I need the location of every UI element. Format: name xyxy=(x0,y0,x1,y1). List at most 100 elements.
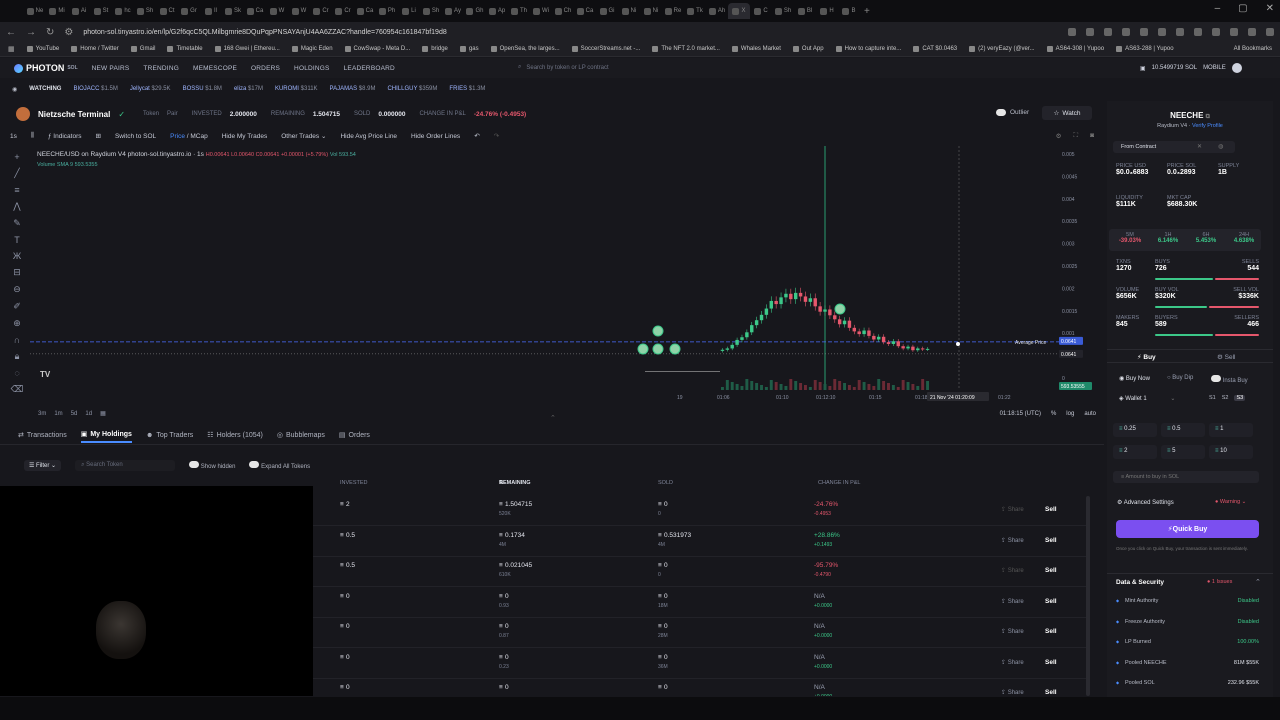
bookmark-item[interactable]: Gmail xyxy=(130,46,155,52)
table-row[interactable]: ≡ 0 ≡ 0 0.93 ≡ 0 18M N/A +0.0000 ⇪ Share Sell xyxy=(313,588,1088,618)
browser-tab[interactable]: X xyxy=(728,3,750,19)
candle-body[interactable] xyxy=(779,297,783,305)
extension-icon[interactable] xyxy=(1122,28,1130,36)
pattern2-icon[interactable]: Ж xyxy=(13,251,21,261)
candle-body[interactable] xyxy=(764,308,769,315)
bookmark-item[interactable]: The NFT 2.0 market... xyxy=(652,46,720,52)
browser-tab[interactable]: hc xyxy=(112,3,134,19)
share-button[interactable]: ⇪ Share xyxy=(1001,659,1024,666)
nav-holdings[interactable]: HOLDINGS xyxy=(294,65,330,72)
extension-icon[interactable] xyxy=(1104,28,1112,36)
extension-icon[interactable] xyxy=(1230,28,1238,36)
trade-marker[interactable] xyxy=(637,343,649,355)
candle-body[interactable] xyxy=(725,348,730,350)
browser-tab[interactable]: Tk xyxy=(684,3,706,19)
candle-body[interactable] xyxy=(886,342,891,344)
candles-icon[interactable]: ⫼ xyxy=(31,132,34,140)
watchlist-item[interactable]: CHILLGUY $359M xyxy=(387,86,437,92)
range-1d[interactable]: 1d xyxy=(85,411,92,417)
lock-icon[interactable]: 🔒︎ xyxy=(15,351,20,362)
watchlist-item[interactable]: Jellycat $29.5K xyxy=(130,86,171,92)
browser-tab[interactable]: W xyxy=(266,3,288,19)
minimize-icon[interactable]: – xyxy=(1215,3,1221,14)
zoom-icon[interactable]: ⊕ xyxy=(13,318,21,329)
candle-body[interactable] xyxy=(784,293,788,298)
table-row[interactable]: ≡ 0.5 ≡ 0.1734 4M ≡ 0.531973 4M +28.86% +0.1493 ⇪ … xyxy=(313,527,1088,557)
browser-tab[interactable]: Gr xyxy=(178,3,200,19)
bookmark-item[interactable]: Timetable xyxy=(167,46,203,52)
amount-preset[interactable]: ≡ 1 xyxy=(1209,423,1253,437)
bookmark-item[interactable]: OpenSea, the larges... xyxy=(490,46,560,52)
extension-icon[interactable] xyxy=(1086,28,1094,36)
watchlist-item[interactable]: FRIES $1.3M xyxy=(449,86,485,92)
close-window-icon[interactable]: ✕ xyxy=(1266,3,1274,14)
quick-buy-button[interactable]: ⚡ Quick Buy xyxy=(1116,520,1259,538)
copy-icon[interactable]: ⧉ xyxy=(1206,114,1210,120)
nav-orders[interactable]: ORDERS xyxy=(251,65,280,72)
candle-body[interactable] xyxy=(813,298,817,307)
candle-body[interactable] xyxy=(740,337,744,340)
sell-button[interactable]: Sell xyxy=(1045,567,1057,574)
log-toggle[interactable]: log xyxy=(1066,411,1074,417)
range-1m[interactable]: 1m xyxy=(54,411,62,417)
token-search[interactable]: ⌕ Search by token or LP contract xyxy=(518,62,798,73)
verify-profile-link[interactable]: Verify Profile xyxy=(1192,123,1223,129)
sell-button[interactable]: Sell xyxy=(1045,689,1057,696)
change-6h[interactable]: 6H 5.453% xyxy=(1189,232,1223,244)
tab-my-holdings[interactable]: ▣ My Holdings xyxy=(80,430,132,443)
warning-badge[interactable]: ● Warning ⌄ xyxy=(1215,499,1246,505)
trendline-icon[interactable]: ╱ xyxy=(14,168,19,179)
amount-preset[interactable]: ≡ 10 xyxy=(1209,445,1253,459)
watchlist-item[interactable]: eliza $17M xyxy=(234,86,263,92)
amount-input[interactable]: ≡ Amount to buy in SOL xyxy=(1113,471,1259,483)
other-trades-dropdown[interactable]: Other Trades ⌄ xyxy=(281,132,326,140)
amount-preset[interactable]: ≡ 2 xyxy=(1113,445,1157,459)
bookmark-item[interactable]: CowSwap - Meta D... xyxy=(344,46,410,52)
outlier-toggle[interactable]: Outlier xyxy=(996,109,1029,116)
share-button[interactable]: ⇪ Share xyxy=(1001,537,1024,544)
extension-icon[interactable] xyxy=(1140,28,1148,36)
candle-body[interactable] xyxy=(906,346,910,349)
expand-all-toggle[interactable]: Expand All Tokens xyxy=(249,460,310,470)
buy-dip-radio[interactable]: ○ Buy Dip xyxy=(1167,375,1193,381)
sell-button[interactable]: Sell xyxy=(1045,598,1057,605)
candle-body[interactable] xyxy=(920,348,925,350)
amount-preset[interactable]: ≡ 0.5 xyxy=(1161,423,1205,437)
watch-button[interactable]: ☆ Watch xyxy=(1042,106,1092,120)
slot-s1[interactable]: S1 xyxy=(1209,395,1216,401)
browser-tab[interactable]: Gh xyxy=(464,3,486,19)
price-mcap-toggle[interactable]: Price / MCap xyxy=(170,133,208,140)
candle-body[interactable] xyxy=(759,314,764,321)
candle-body[interactable] xyxy=(891,341,896,344)
tab-bubblemaps[interactable]: ◎ Bubblemaps xyxy=(277,431,325,442)
candle-body[interactable] xyxy=(750,325,754,333)
amount-preset[interactable]: ≡ 5 xyxy=(1161,445,1205,459)
browser-tab[interactable]: Sk xyxy=(222,3,244,19)
table-row[interactable]: ≡ 2 ≡ 1.504715 520K ≡ 0 0 -24.76% -0.4953 ⇪ Share S… xyxy=(313,496,1088,526)
browser-tab[interactable]: Ah xyxy=(706,3,728,19)
nav-leaderboard[interactable]: LEADERBOARD xyxy=(344,65,395,72)
table-row[interactable]: ≡ 0 ≡ 0 0.23 ≡ 0 36M N/A +0.0000 ⇪ Share Sell xyxy=(313,649,1088,679)
trade-marker[interactable] xyxy=(834,303,846,315)
candle-body[interactable] xyxy=(730,344,734,349)
forward-icon[interactable]: → xyxy=(26,27,36,38)
watchlist-item[interactable]: BIOJACC $1.5M xyxy=(73,86,117,92)
search-input[interactable]: Search by token or LP contract xyxy=(526,65,608,71)
candle-body[interactable] xyxy=(862,330,866,335)
browser-tab[interactable]: W xyxy=(288,3,310,19)
insta-buy-toggle[interactable]: Insta Buy xyxy=(1211,375,1248,384)
redo-icon[interactable]: ↷ xyxy=(494,132,499,140)
extension-icon[interactable] xyxy=(1248,28,1256,36)
indicators-button[interactable]: ƒ Indicators xyxy=(48,133,82,140)
watchlist-item[interactable]: KUROMI $311K xyxy=(275,86,318,92)
reload-icon[interactable]: ↻ xyxy=(46,27,54,38)
browser-tab[interactable]: Ca xyxy=(574,3,596,19)
candle-body[interactable] xyxy=(769,300,773,309)
candle-body[interactable] xyxy=(901,346,905,349)
amount-preset[interactable]: ≡ 0.25 xyxy=(1113,423,1157,437)
browser-tab[interactable]: Ap xyxy=(486,3,508,19)
trade-marker[interactable] xyxy=(652,325,664,337)
bookmark-item[interactable]: AS64-308 | Yupoo xyxy=(1046,46,1104,52)
camera-icon[interactable]: ◙ xyxy=(1090,132,1094,140)
tab-orders[interactable]: ▤ Orders xyxy=(339,431,370,442)
